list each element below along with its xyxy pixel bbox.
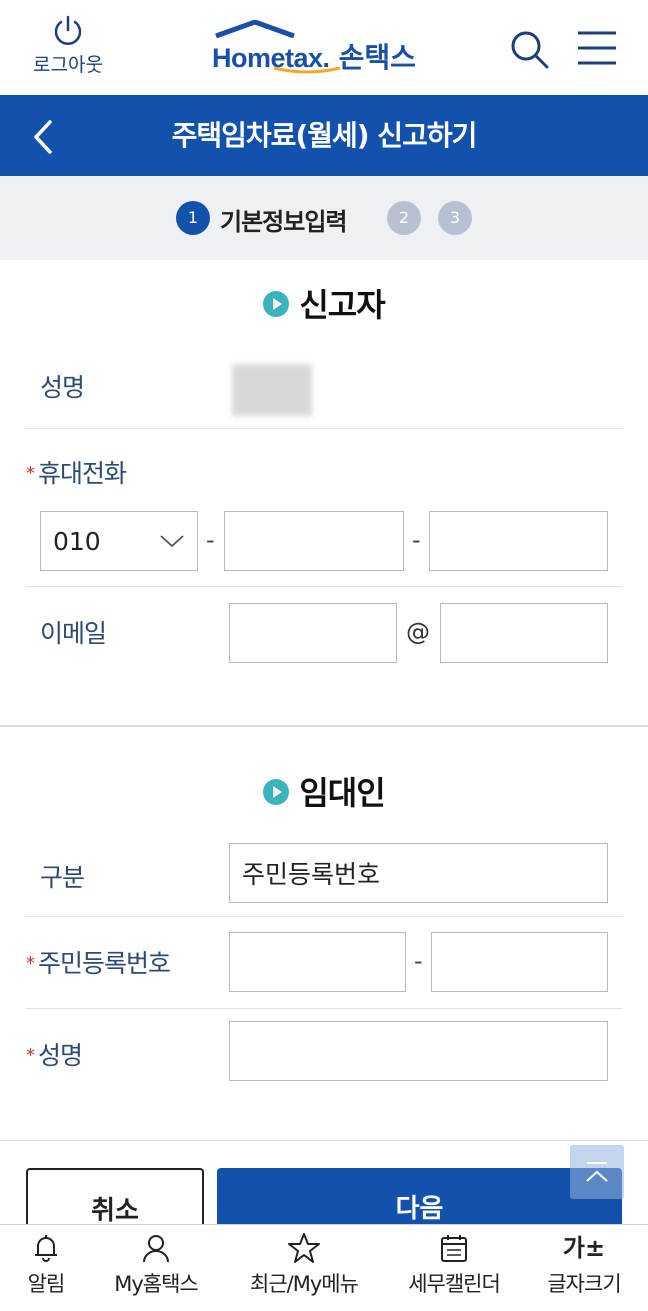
reporter-name-label: 성명 [40,373,85,402]
divider [26,428,622,429]
section-divider [0,725,648,727]
chevron-left-icon [34,120,52,154]
landlord-type-select[interactable]: 주민등록번호 [229,843,608,903]
dash-separator: - [412,526,421,554]
search-icon [511,31,549,69]
step-1-indicator: 1 [176,201,210,235]
back-button[interactable] [26,112,66,162]
phone-last-input[interactable] [429,511,608,571]
person-icon [143,1235,169,1263]
star-icon [288,1233,320,1263]
hometax-logo[interactable]: Hometax. 손택스 [210,20,450,74]
menu-button[interactable] [574,28,620,68]
calendar-icon [441,1235,467,1262]
phone-label: * 휴대전화 [26,459,127,488]
dash-separator: - [206,526,215,554]
hamburger-icon [578,31,616,65]
email-at-sign: @ [406,618,430,646]
email-id-input[interactable] [229,603,397,663]
landlord-type-label: 구분 [40,863,85,892]
landlord-name-input[interactable] [229,1021,608,1081]
landlord-heading: 임대인 [0,768,648,814]
dash-separator: - [414,947,423,975]
landlord-rrn-label: * 주민등록번호 [26,949,171,978]
phone-prefix-select[interactable]: 010 [40,511,198,571]
email-domain-input[interactable] [440,603,608,663]
chevron-down-icon [160,535,184,548]
bell-icon [35,1235,57,1262]
email-label: 이메일 [40,619,107,648]
nav-item-tax-calendar[interactable]: 세무캘린더 [392,1232,516,1306]
step-2-indicator: 2 [387,201,421,235]
divider [26,1008,622,1009]
nav-label: 글자크기 [547,1272,621,1296]
step-1-label: 기본정보입력 [220,208,347,236]
phone-middle-input[interactable] [224,511,404,571]
landlord-name-label: * 성명 [26,1041,83,1070]
reporter-name-value-masked [232,364,312,416]
logout-button[interactable]: 로그아웃 [22,14,114,84]
nav-item-font-size[interactable]: 가± 글자크기 [530,1232,638,1306]
nav-item-recent-menu[interactable]: 최근/My메뉴 [236,1232,372,1306]
logo-swoosh-icon [273,66,341,74]
section-divider [0,1140,648,1141]
scroll-to-top-button[interactable] [570,1145,624,1199]
nav-label: My홈택스 [114,1272,199,1296]
chevron-up-icon [586,1162,608,1182]
nav-item-my-hometax[interactable]: My홈택스 [100,1232,212,1306]
power-icon [54,15,82,45]
play-circle-icon [263,779,290,805]
play-circle-icon [263,291,290,317]
font-size-icon: 가± [562,1234,606,1262]
page-title: 주택임차료(월세) 신고하기 [171,119,478,152]
logout-label: 로그아웃 [33,54,103,76]
search-button[interactable] [506,28,552,74]
landlord-rrn-front-input[interactable] [229,932,406,992]
step-3-indicator: 3 [438,201,472,235]
nav-label: 알림 [27,1272,66,1296]
nav-label: 세무캘린더 [408,1272,501,1296]
landlord-rrn-back-input[interactable] [431,932,608,992]
logo-app-text: 손택스 [338,41,416,74]
reporter-heading: 신고자 [0,280,648,326]
nav-label: 최근/My메뉴 [250,1272,359,1296]
divider [26,916,622,917]
divider [26,586,622,587]
nav-item-alerts[interactable]: 알림 [0,1232,92,1306]
